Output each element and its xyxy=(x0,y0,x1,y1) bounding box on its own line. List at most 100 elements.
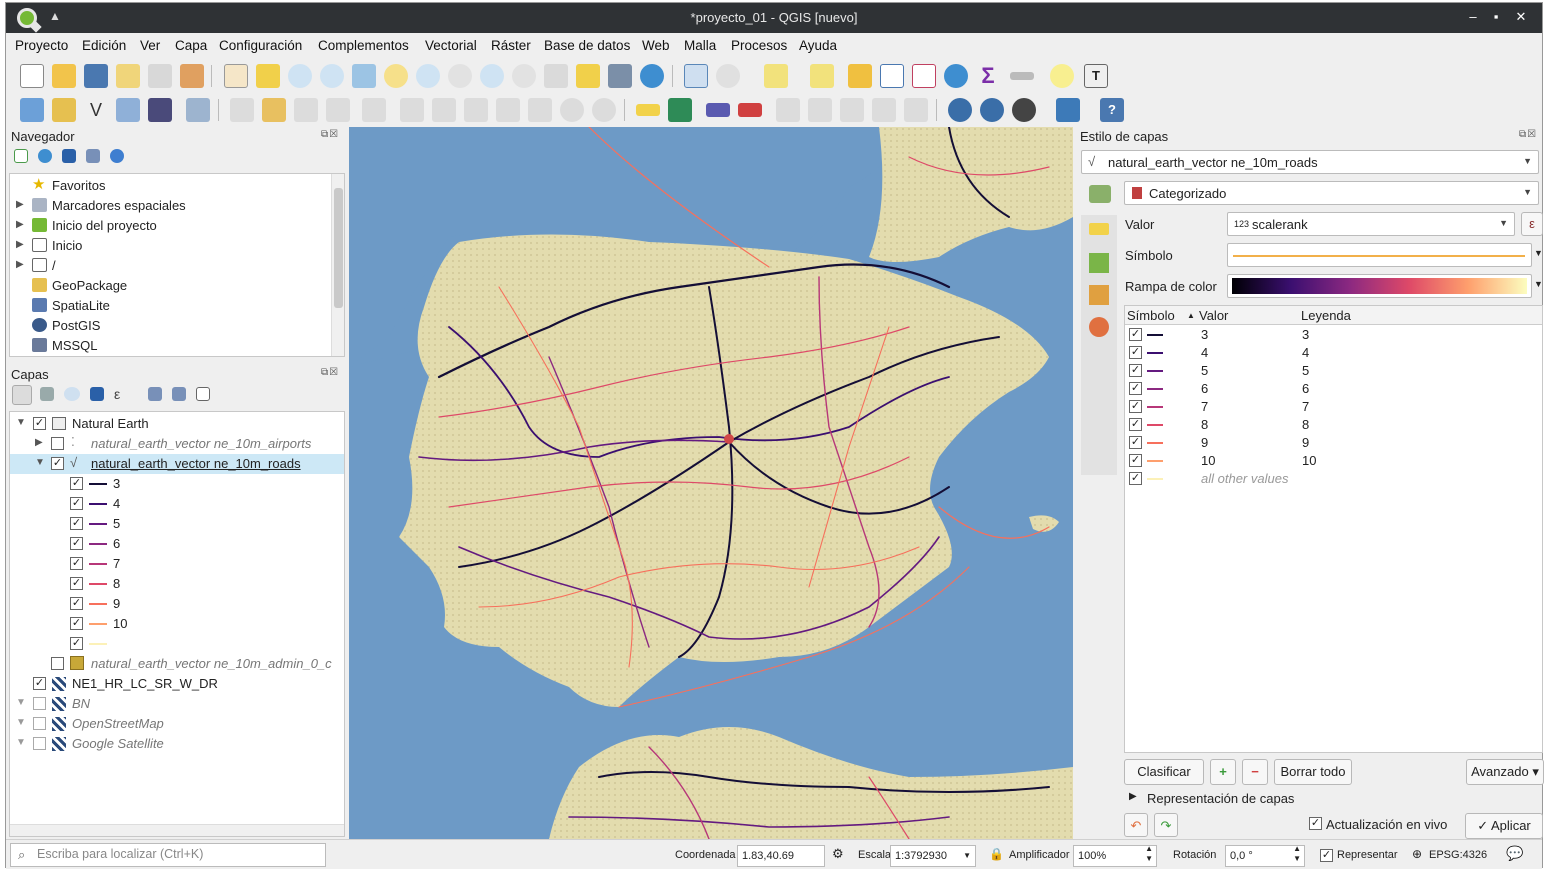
show-bookmarks-icon[interactable] xyxy=(608,64,632,88)
category-checkbox[interactable]: ✓ xyxy=(1129,364,1142,377)
expand-arrow-icon[interactable]: ▶ xyxy=(16,259,24,270)
undo-icon[interactable] xyxy=(560,98,584,122)
nav-item-spatialite[interactable]: SpatiaLite xyxy=(10,296,330,316)
layout-manager-icon[interactable] xyxy=(148,64,172,88)
minimize-button[interactable]: ‒ xyxy=(1464,8,1482,26)
data-source-manager-icon[interactable] xyxy=(20,98,44,122)
menu-capa[interactable]: Capa xyxy=(175,38,207,53)
identify-features-icon[interactable] xyxy=(684,64,708,88)
symbology-tab-icon[interactable] xyxy=(1089,185,1111,203)
category-checkbox[interactable]: ✓ xyxy=(1129,472,1142,485)
category-row[interactable]: ✓ 3 3 xyxy=(1125,326,1542,344)
navigator-scrollbar[interactable] xyxy=(331,174,344,356)
change-label-icon[interactable] xyxy=(872,98,896,122)
coordinate-toggle-icon[interactable]: ⚙ xyxy=(832,846,844,862)
nav-item-postgis[interactable]: PostGIS xyxy=(10,316,330,336)
nav-item-mssql[interactable]: MSSQL xyxy=(10,336,330,356)
class-checkbox[interactable]: ✓ xyxy=(70,577,83,590)
remove-category-button[interactable]: − xyxy=(1242,759,1268,785)
menu-vectorial[interactable]: Vectorial xyxy=(425,38,477,53)
layer-airports[interactable]: ▶ ⁚ natural_earth_vector ne_10m_airports xyxy=(10,434,344,454)
layer-openstreetmap[interactable]: ▼ OpenStreetMap xyxy=(10,714,344,734)
expand-arrow-icon[interactable]: ▶ xyxy=(1129,791,1137,802)
redo-icon[interactable]: ↷ xyxy=(1154,813,1178,837)
mask-tab-icon[interactable] xyxy=(1089,285,1109,305)
chevron-down-icon[interactable]: ▼ xyxy=(1534,279,1543,289)
expand-arrow-icon[interactable]: ▶ xyxy=(16,199,24,210)
live-update-checkbox[interactable]: ✓ xyxy=(1309,817,1322,830)
classify-button[interactable]: Clasificar xyxy=(1124,759,1204,785)
help-icon[interactable]: ? xyxy=(1100,98,1124,122)
legend-class-row[interactable]: ✓ 7 xyxy=(10,554,344,574)
expand-arrow-icon[interactable]: ▶ xyxy=(16,219,24,230)
menu-ayuda[interactable]: Ayuda xyxy=(799,38,837,53)
magnifier-field[interactable]: 100% ▲ ▼ xyxy=(1073,844,1157,867)
statistics-icon[interactable] xyxy=(912,64,936,88)
menu-ver[interactable]: Ver xyxy=(140,38,160,53)
layer-checkbox[interactable]: ✓ xyxy=(51,457,64,470)
pan-hand-icon[interactable] xyxy=(224,64,248,88)
nav-item-geopackage[interactable]: GeoPackage xyxy=(10,276,330,296)
col-legend[interactable]: Leyenda xyxy=(1301,308,1351,323)
deselect-all-icon[interactable] xyxy=(848,64,872,88)
map-tips-icon[interactable] xyxy=(1050,64,1074,88)
expand-arrow-icon[interactable]: ▶ xyxy=(16,239,24,250)
navigator-dock-buttons[interactable]: ⧉☒ xyxy=(321,129,339,140)
class-checkbox[interactable]: ✓ xyxy=(70,537,83,550)
run-action-icon[interactable] xyxy=(716,64,740,88)
category-row[interactable]: ✓ 4 4 xyxy=(1125,344,1542,362)
nav-item-inicio[interactable]: ▶ Inicio xyxy=(10,236,330,256)
collapse-arrow-icon[interactable]: ▼ xyxy=(35,457,45,468)
zoom-out-icon[interactable] xyxy=(320,64,344,88)
render-checkbox[interactable]: ✓ xyxy=(1320,849,1333,862)
advanced-button[interactable]: Avanzado ▾ xyxy=(1466,759,1544,785)
globe-search-icon[interactable] xyxy=(980,98,1004,122)
layer-group-natural-earth[interactable]: ▼ ✓ Natural Earth xyxy=(10,414,344,434)
layer-admin[interactable]: natural_earth_vector ne_10m_admin_0_c xyxy=(10,654,344,674)
class-checkbox[interactable]: ✓ xyxy=(70,557,83,570)
open-styling-panel-icon[interactable] xyxy=(12,385,32,405)
zoom-to-selection-icon[interactable] xyxy=(384,64,408,88)
sum-statistics-icon[interactable]: Σ xyxy=(976,64,1000,88)
col-symbol[interactable]: Símbolo xyxy=(1127,308,1175,323)
zoom-next-icon[interactable] xyxy=(512,64,536,88)
symbol-button[interactable] xyxy=(1227,243,1532,267)
new-spatialite-layer-icon[interactable] xyxy=(116,98,140,122)
nav-item-favoritos[interactable]: ★ Favoritos xyxy=(10,176,330,196)
select-features-icon[interactable] xyxy=(764,64,788,88)
collapse-all-icon[interactable] xyxy=(86,149,100,163)
collapse-arrow-icon[interactable]: ▼ xyxy=(16,697,26,708)
collapse-arrow-icon[interactable]: ▼ xyxy=(16,737,26,748)
refresh-icon[interactable] xyxy=(640,64,664,88)
add-selected-layers-icon[interactable] xyxy=(14,149,28,163)
locator-input[interactable]: ⌕ Escriba para localizar (Ctrl+K) xyxy=(10,843,326,867)
save-edits-icon[interactable] xyxy=(294,98,318,122)
expression-button[interactable]: ε xyxy=(1521,212,1543,236)
show-hide-labels-icon[interactable] xyxy=(776,98,800,122)
remove-layer-icon[interactable] xyxy=(196,387,210,401)
lock-scale-icon[interactable]: 🔒 xyxy=(989,847,1004,861)
zoom-last-icon[interactable] xyxy=(480,64,504,88)
add-feature-icon[interactable] xyxy=(326,98,350,122)
refresh-icon[interactable] xyxy=(38,149,52,163)
class-checkbox[interactable]: ✓ xyxy=(70,497,83,510)
properties-icon[interactable] xyxy=(110,149,124,163)
new-project-icon[interactable] xyxy=(20,64,44,88)
close-button[interactable]: ✕ xyxy=(1512,8,1530,26)
menu-proyecto[interactable]: Proyecto xyxy=(15,38,68,53)
new-print-layout-icon[interactable] xyxy=(116,64,140,88)
category-row[interactable]: ✓ all other values xyxy=(1125,470,1542,488)
layer-bn[interactable]: ▼ BN xyxy=(10,694,344,714)
new-bookmark-icon[interactable] xyxy=(576,64,600,88)
zoom-to-layer-icon[interactable] xyxy=(416,64,440,88)
undo-icon[interactable]: ↶ xyxy=(1124,813,1148,837)
menu-web[interactable]: Web xyxy=(642,38,670,53)
new-geopackage-layer-icon[interactable] xyxy=(52,98,76,122)
filter-legend-icon[interactable] xyxy=(90,387,104,401)
crs-globe-icon[interactable]: ⊕ xyxy=(1412,847,1422,861)
chevron-down-icon[interactable]: ▼ xyxy=(1534,248,1543,258)
layer-checkbox[interactable] xyxy=(51,657,64,670)
processing-toolbox-icon[interactable] xyxy=(944,64,968,88)
menu-edicion[interactable]: Edición xyxy=(82,38,126,53)
new-virtual-layer-icon[interactable] xyxy=(186,98,210,122)
